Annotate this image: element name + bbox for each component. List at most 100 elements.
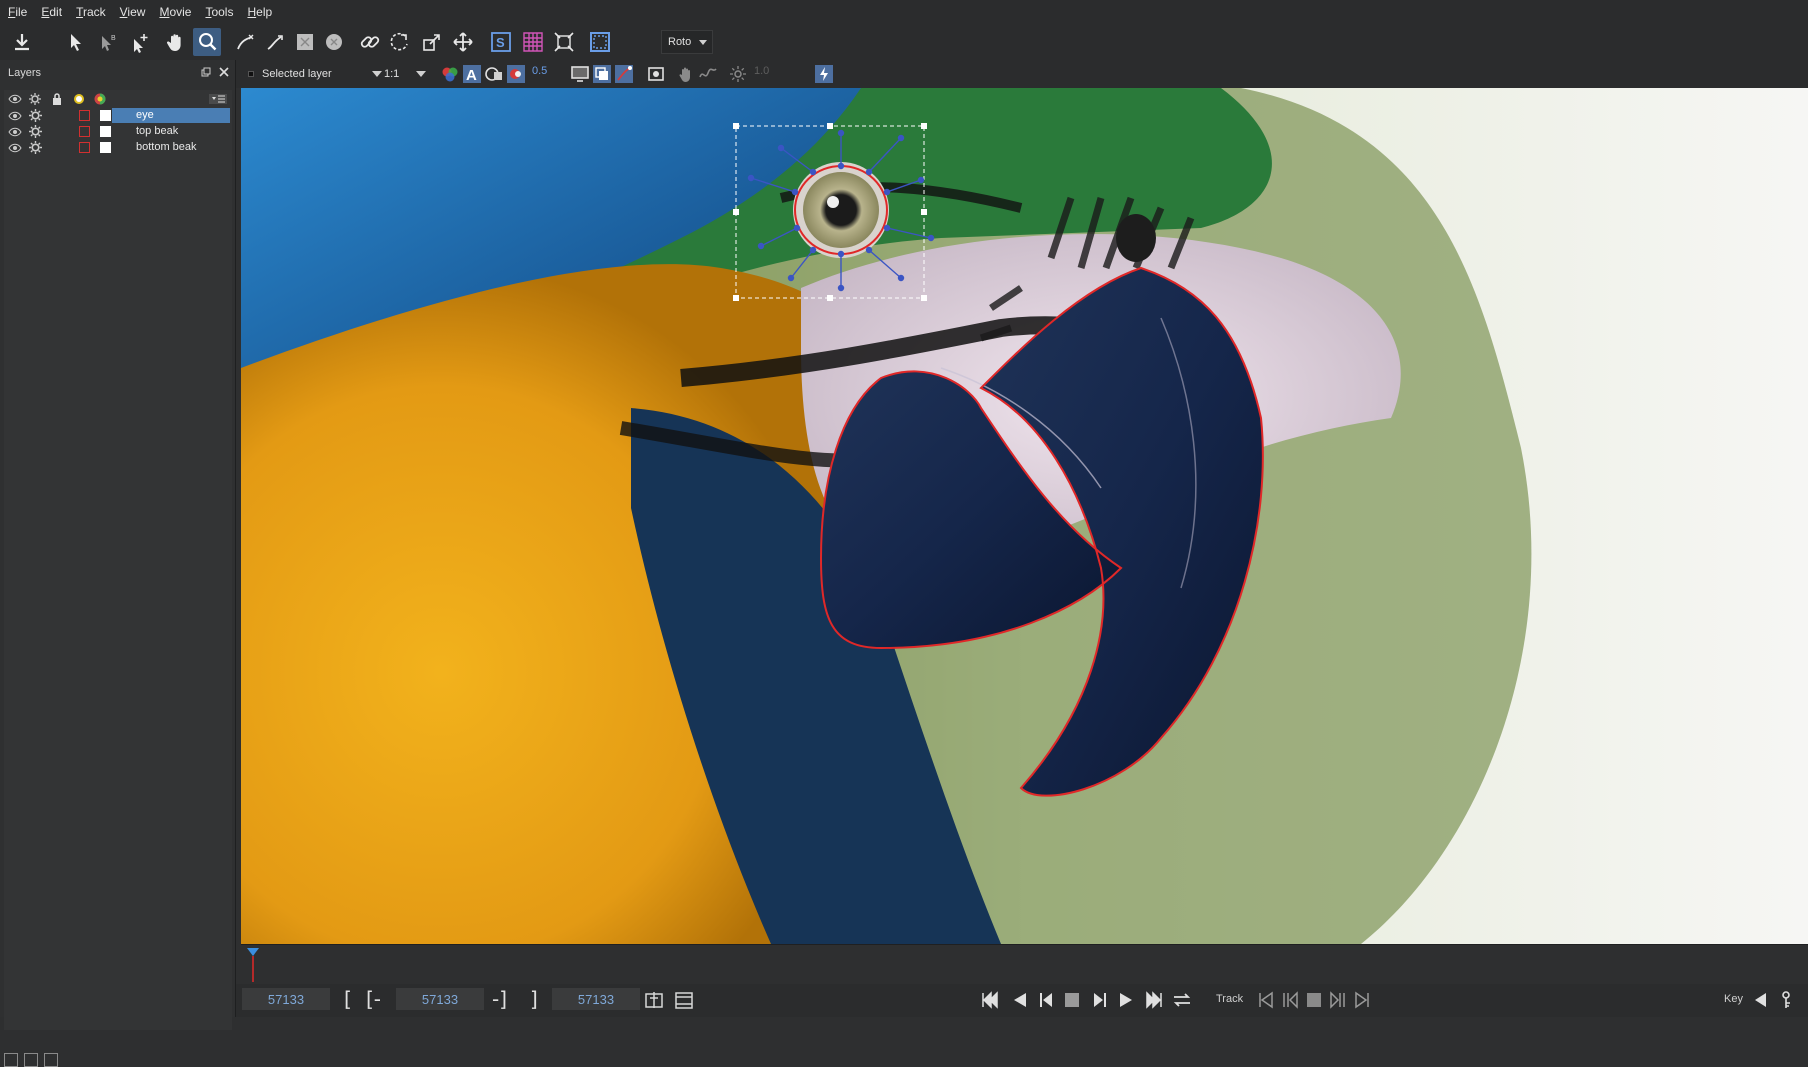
spline-display-button[interactable] <box>614 64 634 84</box>
rgb-channels-button[interactable] <box>440 64 460 84</box>
display-button[interactable] <box>570 64 590 84</box>
overlay-button[interactable] <box>506 64 526 84</box>
go-to-start-button[interactable] <box>980 990 1000 1010</box>
gear-column-icon[interactable] <box>29 93 41 105</box>
layer-mode-select[interactable]: Selected layer <box>248 64 380 84</box>
eye-icon[interactable] <box>8 111 22 121</box>
range-button[interactable] <box>644 990 664 1010</box>
clip-button[interactable] <box>674 990 694 1010</box>
viewer-canvas[interactable] <box>241 88 1808 944</box>
layer-row[interactable]: top beak <box>4 124 232 140</box>
set-out-bracket-button[interactable]: ] <box>530 987 538 1011</box>
rotate-tool[interactable] <box>386 28 414 56</box>
layer-blend-swatch[interactable] <box>100 110 111 121</box>
in-frame-field[interactable]: 57133 <box>242 988 330 1010</box>
import-button[interactable] <box>8 28 36 56</box>
link-tool[interactable] <box>356 28 384 56</box>
exposure-value[interactable]: 1.0 <box>754 65 769 77</box>
current-frame-field[interactable]: 57133 <box>396 988 484 1010</box>
step-back-icon <box>1036 990 1056 1010</box>
opacity-value[interactable]: 0.5 <box>532 65 547 77</box>
trash-icon[interactable] <box>44 1053 58 1067</box>
layer-blend-swatch[interactable] <box>100 142 111 153</box>
menu-help[interactable]: Help <box>247 5 272 19</box>
menu-file[interactable]: File <box>8 5 27 19</box>
play-reverse-button[interactable] <box>1010 990 1030 1010</box>
menu-movie[interactable]: Movie <box>159 5 191 19</box>
track-backward-button[interactable] <box>1256 990 1276 1010</box>
lock-column-icon[interactable] <box>51 93 63 105</box>
go-to-end-button[interactable] <box>1144 990 1164 1010</box>
layer-name[interactable]: bottom beak <box>112 140 230 155</box>
layer-blend-swatch[interactable] <box>100 126 111 137</box>
layer-name[interactable]: eye <box>112 108 230 123</box>
pan-tool[interactable] <box>161 28 189 56</box>
track-step-back-button[interactable] <box>1280 990 1300 1010</box>
rectangle-tool[interactable] <box>291 28 319 56</box>
grid-toggle[interactable] <box>519 28 547 56</box>
layer-color-swatch[interactable] <box>79 126 90 137</box>
layer-color-swatch[interactable] <box>79 110 90 121</box>
add-point-tool[interactable] <box>126 28 154 56</box>
set-in-bracket-button[interactable]: [ <box>344 987 352 1011</box>
select-tool[interactable] <box>62 28 90 56</box>
gear-icon[interactable] <box>29 141 42 154</box>
snapshot-button[interactable] <box>646 64 666 84</box>
step-back-button[interactable] <box>1036 990 1056 1010</box>
mode-select[interactable]: Roto <box>661 30 713 54</box>
track-forward-button[interactable] <box>1352 990 1372 1010</box>
alpha-button[interactable]: A <box>462 64 482 84</box>
ellipse-tool[interactable] <box>320 28 348 56</box>
float-panel-icon[interactable] <box>201 67 211 77</box>
add-layer-icon[interactable] <box>4 1053 18 1067</box>
gear-icon[interactable] <box>29 109 42 122</box>
zoom-tool[interactable] <box>193 28 221 56</box>
exposure-button[interactable] <box>728 64 748 84</box>
loop-button[interactable] <box>1172 990 1192 1010</box>
out-frame-field[interactable]: 57133 <box>552 988 640 1010</box>
timeline[interactable] <box>241 944 1808 984</box>
stabilize-toggle[interactable]: S <box>487 28 515 56</box>
matte-button[interactable] <box>484 64 504 84</box>
move-tool[interactable] <box>449 28 477 56</box>
spline-tool-1[interactable] <box>232 28 260 56</box>
track-stop-button[interactable] <box>1304 990 1324 1010</box>
scale-tool[interactable] <box>418 28 446 56</box>
roi-toggle[interactable] <box>586 28 614 56</box>
gear-icon[interactable] <box>29 125 42 138</box>
duplicate-layer-icon[interactable] <box>24 1053 38 1067</box>
step-forward-button[interactable] <box>1090 990 1110 1010</box>
layer-row[interactable]: bottom beak <box>4 140 232 156</box>
visibility-column-icon[interactable] <box>8 93 22 105</box>
blend-column-icon[interactable] <box>94 93 106 105</box>
prev-key-icon <box>1750 990 1770 1010</box>
cache-button[interactable] <box>814 64 834 84</box>
compare-button[interactable] <box>592 64 612 84</box>
menu-edit[interactable]: Edit <box>41 5 62 19</box>
menu-view[interactable]: View <box>120 5 146 19</box>
stop-button[interactable] <box>1062 990 1082 1010</box>
fit-view-button[interactable] <box>550 28 578 56</box>
color-column-icon[interactable] <box>73 93 85 105</box>
layer-row[interactable]: eye <box>4 108 232 124</box>
layer-color-swatch[interactable] <box>79 142 90 153</box>
eye-icon[interactable] <box>8 127 22 137</box>
menu-tools[interactable]: Tools <box>205 5 233 19</box>
eye-icon[interactable] <box>8 143 22 153</box>
close-panel-icon[interactable] <box>219 67 229 77</box>
add-key-button[interactable] <box>1778 990 1798 1010</box>
track-step-forward-button[interactable] <box>1328 990 1348 1010</box>
hand-view-button[interactable] <box>676 64 696 84</box>
prev-key-button[interactable] <box>1750 990 1770 1010</box>
zoom-select[interactable]: 1:1 <box>384 64 430 84</box>
motion-button[interactable] <box>698 64 718 84</box>
layer-name[interactable]: top beak <box>112 124 230 139</box>
playhead-marker[interactable] <box>247 948 259 982</box>
play-button[interactable] <box>1116 990 1136 1010</box>
spline-tool-2[interactable] <box>262 28 290 56</box>
layer-options-icon[interactable] <box>209 94 227 104</box>
select-points-tool[interactable]: B <box>94 28 122 56</box>
menu-track[interactable]: Track <box>76 5 106 19</box>
go-in-bracket-button[interactable]: [- <box>366 987 381 1011</box>
go-out-bracket-button[interactable]: -] <box>492 987 507 1011</box>
